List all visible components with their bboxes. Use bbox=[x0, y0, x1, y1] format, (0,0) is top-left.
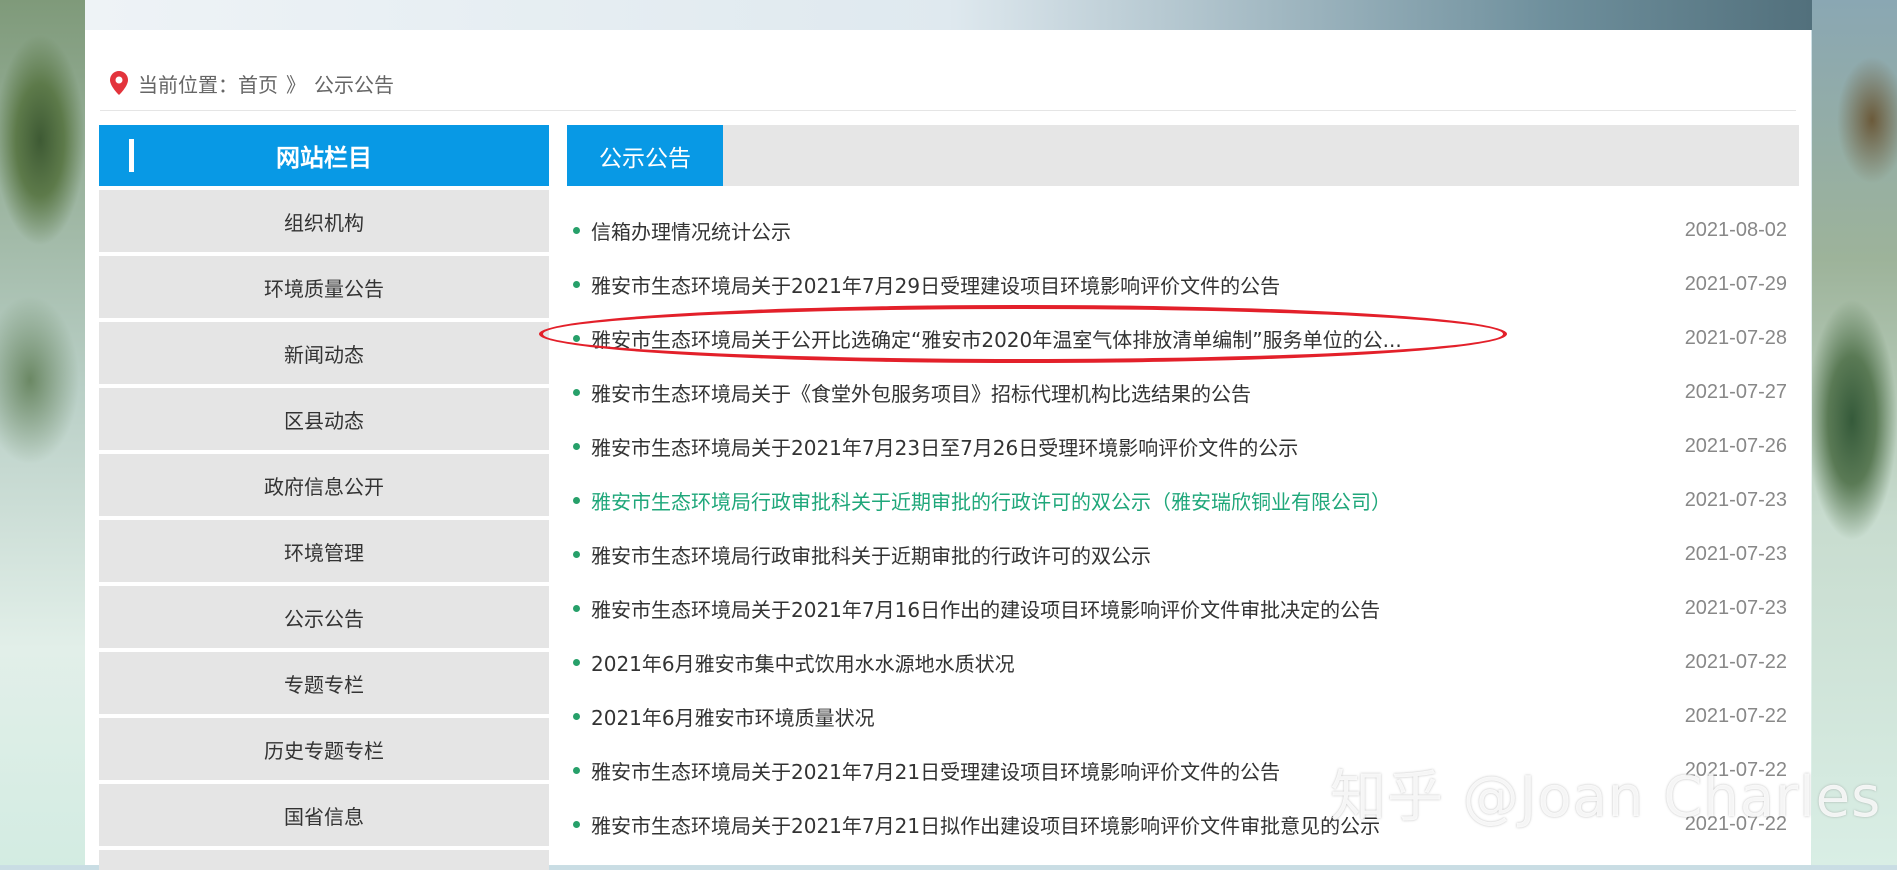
sidebar-item-news[interactable]: 新闻动态 bbox=[99, 322, 549, 384]
sidebar-header-bar bbox=[129, 139, 134, 172]
news-date: 2021-07-23 bbox=[1684, 542, 1787, 565]
news-title[interactable]: 雅安市生态环境局关于2021年7月23日至7月26日受理环境影响评价文件的公示 bbox=[591, 432, 1657, 461]
news-item[interactable]: 雅安市生态环境局行政审批科关于近期审批的行政许可的双公示 2021-07-23 bbox=[567, 527, 1799, 581]
news-date: 2021-07-29 bbox=[1684, 272, 1787, 295]
main-header: 公示公告 bbox=[567, 125, 1799, 186]
content-panel: 当前位置： 首页 》 公示公告 网站栏目 组织机构 环境质量公告 新闻动态 区县… bbox=[85, 30, 1811, 870]
breadcrumb-home-link[interactable]: 首页 bbox=[238, 69, 278, 98]
news-date: 2021-07-22 bbox=[1684, 650, 1787, 673]
news-item[interactable]: 2021年6月雅安市环境质量状况 2021-07-22 bbox=[567, 689, 1799, 743]
sidebar-item-more[interactable] bbox=[99, 850, 549, 870]
zhihu-watermark: 知乎 @Joan Charles bbox=[1330, 765, 1882, 830]
news-item[interactable]: 雅安市生态环境局关于2021年7月23日至7月26日受理环境影响评价文件的公示 … bbox=[567, 419, 1799, 473]
bullet-icon bbox=[573, 226, 580, 234]
news-date: 2021-07-28 bbox=[1684, 326, 1787, 349]
sidebar-item-env-management[interactable]: 环境管理 bbox=[99, 520, 549, 582]
sidebar-item-announcements[interactable]: 公示公告 bbox=[99, 586, 549, 648]
bullet-icon bbox=[573, 712, 580, 720]
breadcrumb-current-link[interactable]: 公示公告 bbox=[314, 69, 394, 98]
sidebar-item-topics[interactable]: 专题专栏 bbox=[99, 652, 549, 714]
bullet-icon bbox=[573, 334, 580, 342]
news-title[interactable]: 2021年6月雅安市集中式饮用水水源地水质状况 bbox=[591, 648, 1657, 677]
news-title[interactable]: 雅安市生态环境局关于《食堂外包服务项目》招标代理机构比选结果的公告 bbox=[591, 378, 1657, 407]
background-scenery-left bbox=[0, 0, 90, 865]
news-title[interactable]: 雅安市生态环境局关于公开比选确定“雅安市2020年温室气体排放清单编制”服务单位… bbox=[591, 324, 1657, 353]
bullet-icon bbox=[573, 442, 580, 450]
news-item-hovered[interactable]: 雅安市生态环境局行政审批科关于近期审批的行政许可的双公示（雅安瑞欣铜业有限公司）… bbox=[567, 473, 1799, 527]
news-date: 2021-07-23 bbox=[1684, 488, 1787, 511]
bullet-icon bbox=[573, 280, 580, 288]
news-item-highlighted[interactable]: 雅安市生态环境局关于公开比选确定“雅安市2020年温室气体排放清单编制”服务单位… bbox=[539, 305, 1799, 365]
location-pin-icon bbox=[110, 71, 128, 95]
news-item[interactable]: 2021年6月雅安市集中式饮用水水源地水质状况 2021-07-22 bbox=[567, 635, 1799, 689]
news-item[interactable]: 雅安市生态环境局关于2021年7月29日受理建设项目环境影响评价文件的公告 20… bbox=[567, 257, 1799, 311]
breadcrumb-separator: 》 bbox=[286, 72, 306, 97]
sidebar: 网站栏目 组织机构 环境质量公告 新闻动态 区县动态 政府信息公开 环境管理 公… bbox=[99, 125, 549, 870]
bullet-icon bbox=[573, 550, 580, 558]
news-item[interactable]: 雅安市生态环境局关于2021年7月16日作出的建设项目环境影响评价文件审批决定的… bbox=[567, 581, 1799, 635]
news-date: 2021-07-22 bbox=[1684, 704, 1787, 727]
sidebar-title: 网站栏目 bbox=[276, 144, 372, 172]
bullet-icon bbox=[573, 604, 580, 612]
breadcrumb-divider bbox=[100, 110, 1796, 111]
news-item[interactable]: 信箱办理情况统计公示 2021-08-02 bbox=[567, 203, 1799, 257]
background-scenery-right bbox=[1812, 0, 1897, 865]
news-title[interactable]: 雅安市生态环境局行政审批科关于近期审批的行政许可的双公示 bbox=[591, 540, 1657, 569]
sidebar-item-history-topics[interactable]: 历史专题专栏 bbox=[99, 718, 549, 780]
bullet-icon bbox=[573, 658, 580, 666]
bullet-icon bbox=[573, 496, 580, 504]
bullet-icon bbox=[573, 766, 580, 774]
news-date: 2021-07-26 bbox=[1684, 434, 1787, 457]
breadcrumb-prefix: 当前位置： bbox=[138, 72, 238, 97]
sidebar-item-env-quality[interactable]: 环境质量公告 bbox=[99, 256, 549, 318]
tab-announcements[interactable]: 公示公告 bbox=[567, 125, 723, 186]
sidebar-item-gov-info[interactable]: 政府信息公开 bbox=[99, 454, 549, 516]
news-title[interactable]: 雅安市生态环境局行政审批科关于近期审批的行政许可的双公示（雅安瑞欣铜业有限公司） bbox=[591, 486, 1657, 515]
news-title[interactable]: 2021年6月雅安市环境质量状况 bbox=[591, 702, 1657, 731]
background-scenery-top bbox=[85, 0, 1812, 30]
bullet-icon bbox=[573, 388, 580, 396]
sidebar-item-national-provincial[interactable]: 国省信息 bbox=[99, 784, 549, 846]
news-date: 2021-07-27 bbox=[1684, 380, 1787, 403]
sidebar-item-org[interactable]: 组织机构 bbox=[99, 190, 549, 252]
news-title[interactable]: 雅安市生态环境局关于2021年7月29日受理建设项目环境影响评价文件的公告 bbox=[591, 270, 1657, 299]
sidebar-item-county-news[interactable]: 区县动态 bbox=[99, 388, 549, 450]
news-item[interactable]: 雅安市生态环境局关于《食堂外包服务项目》招标代理机构比选结果的公告 2021-0… bbox=[567, 365, 1799, 419]
main-content: 公示公告 信箱办理情况统计公示 2021-08-02 雅安市生态环境局关于202… bbox=[539, 125, 1799, 851]
news-title[interactable]: 雅安市生态环境局关于2021年7月16日作出的建设项目环境影响评价文件审批决定的… bbox=[591, 594, 1657, 623]
sidebar-header: 网站栏目 bbox=[99, 125, 549, 186]
news-date: 2021-07-23 bbox=[1684, 596, 1787, 619]
bullet-icon bbox=[573, 820, 580, 828]
news-title[interactable]: 信箱办理情况统计公示 bbox=[591, 216, 1657, 245]
breadcrumb: 当前位置： 首页 》 公示公告 bbox=[110, 68, 394, 98]
news-date: 2021-08-02 bbox=[1684, 218, 1787, 241]
